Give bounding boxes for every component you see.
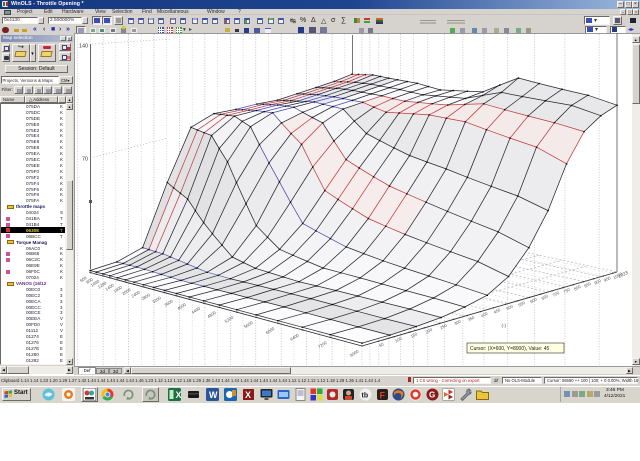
svg-text:4000: 4000 xyxy=(176,302,187,312)
svg-text:3600: 3600 xyxy=(163,298,174,308)
svg-text:7200: 7200 xyxy=(317,340,328,350)
svg-text:50: 50 xyxy=(378,341,385,348)
svg-text:X: X xyxy=(176,390,182,400)
svg-text:4800: 4800 xyxy=(206,310,217,320)
svg-text:(-): (-) xyxy=(502,323,507,328)
svg-text:2800: 2800 xyxy=(140,292,151,302)
svg-text:8000: 8000 xyxy=(349,348,360,358)
svg-text:tb: tb xyxy=(362,393,369,400)
svg-text:4400: 4400 xyxy=(191,305,202,315)
svg-text:W: W xyxy=(209,390,218,400)
svg-text:6400: 6400 xyxy=(289,332,300,342)
svg-text:Cursor: (X=600, Y=8000), Value: Cursor: (X=600, Y=8000), Value: 45 xyxy=(470,346,550,352)
svg-text:70: 70 xyxy=(82,157,88,163)
svg-text:5600: 5600 xyxy=(243,320,254,330)
svg-text:3200: 3200 xyxy=(151,295,162,305)
svg-text:G: G xyxy=(429,391,435,400)
svg-text:140: 140 xyxy=(79,44,88,50)
svg-text:6000: 6000 xyxy=(265,326,276,336)
svg-text:F: F xyxy=(380,391,386,401)
svg-text:X: X xyxy=(245,390,251,400)
svg-text:5200: 5200 xyxy=(224,314,235,324)
